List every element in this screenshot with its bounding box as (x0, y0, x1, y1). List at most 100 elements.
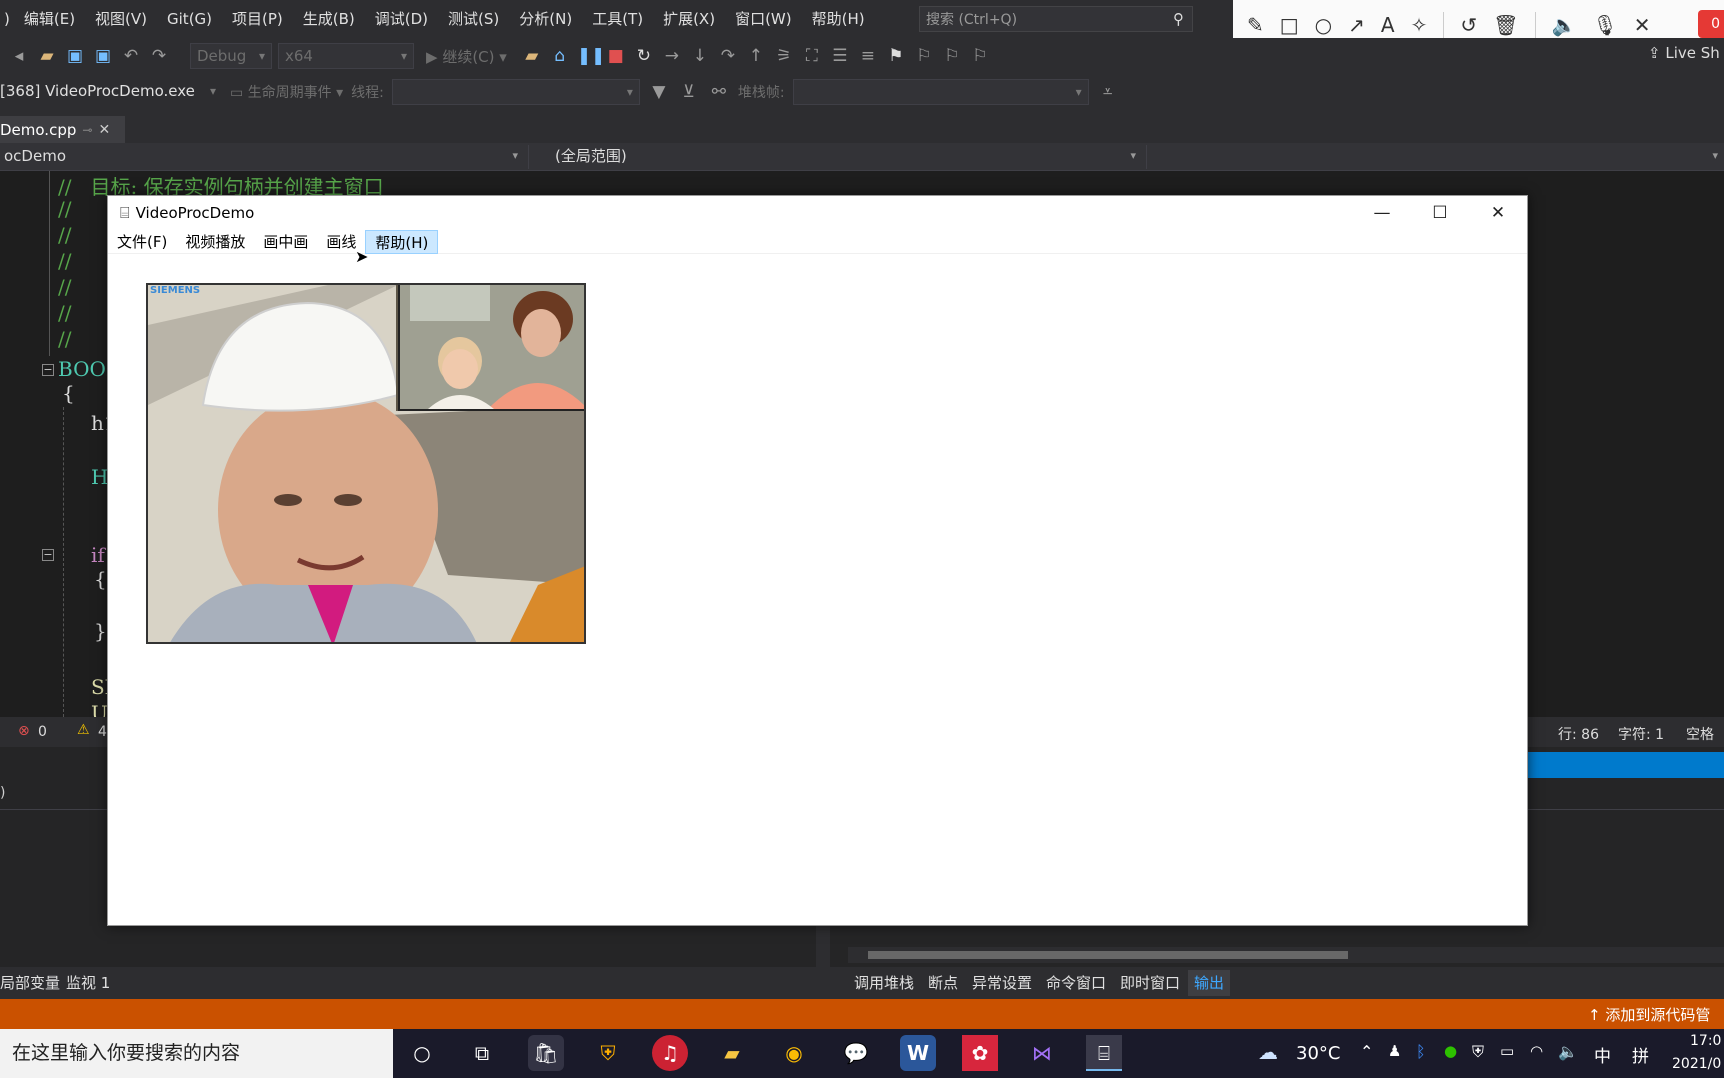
menu-help[interactable]: 帮助(H) (365, 229, 439, 254)
menu-item-analyze[interactable]: 分析(N) (509, 0, 582, 38)
global-scope-dropdown[interactable]: (全局范围) (528, 145, 1142, 169)
menu-file[interactable]: 文件(F) (108, 230, 176, 254)
wechat-tray-icon[interactable]: ● (1444, 1042, 1457, 1060)
tab-breakpoints[interactable]: 断点 (928, 967, 958, 999)
stack-frame-dropdown[interactable] (792, 79, 1089, 105)
menu-item-tools[interactable]: 工具(T) (582, 0, 653, 38)
bookmark-icon[interactable]: ⚑ (885, 46, 907, 66)
flag-icon[interactable]: ⚯ (708, 82, 730, 102)
trash-icon[interactable]: 🗑 (1493, 15, 1518, 35)
whitespace-indicator[interactable]: 空格 (1686, 724, 1714, 744)
close-button[interactable]: ✕ (1469, 196, 1527, 230)
open-file-icon[interactable]: ▰ (521, 46, 543, 66)
ime-mode-indicator[interactable]: 拼 (1632, 1042, 1649, 1067)
collapse-icon[interactable]: − (42, 364, 54, 376)
tab-immediate-window[interactable]: 即时窗口 (1120, 967, 1180, 999)
minimize-button[interactable]: — (1353, 196, 1411, 230)
pause-icon[interactable]: ❚❚ (577, 46, 606, 66)
menu-video-playback[interactable]: 视频播放 (176, 230, 254, 254)
volume-icon[interactable]: 🔈 (1558, 1042, 1578, 1061)
hex-icon[interactable]: ⚞ (773, 46, 795, 66)
open-folder-icon[interactable]: ▰ (36, 46, 58, 66)
tab-locals[interactable]: 局部变量 (0, 967, 60, 999)
collapse-icon[interactable]: − (42, 549, 54, 561)
stop-icon[interactable]: ■ (605, 46, 627, 66)
maximize-button[interactable]: ☐ (1411, 196, 1469, 230)
save-icon[interactable]: ▣ (64, 46, 86, 66)
project-scope-dropdown[interactable]: ocDemo (0, 145, 524, 169)
record-badge[interactable]: 0 (1698, 10, 1724, 38)
menu-item-debug[interactable]: 调试(D) (365, 0, 438, 38)
menu-item-view[interactable]: 视图(V) (85, 0, 157, 38)
menu-item-partial[interactable]: ) (0, 0, 14, 38)
ime-indicator[interactable]: 中 (1594, 1042, 1611, 1067)
bluetooth-icon[interactable]: ᛒ (1416, 1042, 1426, 1061)
speaker-icon[interactable]: 🔈 (1552, 15, 1577, 35)
tab-output[interactable]: 输出 (1188, 970, 1231, 996)
menu-item-window[interactable]: 窗口(W) (725, 0, 802, 38)
vs-search-box[interactable]: 搜索 (Ctrl+Q) ⚲ (919, 6, 1193, 32)
visual-studio-icon[interactable]: ⋈ (1024, 1035, 1060, 1071)
align-icon[interactable]: ☰ (829, 46, 851, 66)
menu-item-extensions[interactable]: 扩展(X) (653, 0, 725, 38)
config-dropdown[interactable]: Debug (190, 43, 272, 69)
indent-icon[interactable]: ≡ (857, 46, 879, 66)
menu-item-project[interactable]: 项目(P) (222, 0, 293, 38)
live-share-button[interactable]: ⇪ Live Sh (1648, 44, 1720, 62)
thread-icon[interactable]: ⛶ (801, 46, 823, 66)
weather-icon[interactable]: ☁ (1258, 1040, 1278, 1064)
step-into-icon[interactable]: ↓ (689, 46, 711, 66)
warning-icon[interactable]: ⚠ (77, 722, 90, 738)
text-tool-icon[interactable]: A (1381, 15, 1395, 35)
security-app-icon[interactable]: ⛨ (590, 1035, 626, 1071)
scrollbar-thumb[interactable] (868, 951, 1348, 959)
undo-icon[interactable]: ↺ (1460, 15, 1477, 35)
menu-item-test[interactable]: 测试(S) (438, 0, 509, 38)
close-icon[interactable]: ✕ (1634, 15, 1651, 35)
menu-item-help[interactable]: 帮助(H) (802, 0, 875, 38)
step-out-icon[interactable]: ↑ (745, 46, 767, 66)
bookmark-clear-icon[interactable]: ⚐ (969, 46, 991, 66)
tab-document[interactable]: Demo.cpp ⊸ ✕ (0, 116, 125, 143)
cortana-icon[interactable]: ○ (404, 1035, 440, 1071)
navigate-back-icon[interactable]: ◂ (8, 46, 30, 66)
battery-icon[interactable]: ▭ (1500, 1042, 1514, 1060)
menu-picture-in-picture[interactable]: 画中画 (254, 230, 317, 254)
tab-watch1[interactable]: 监视 1 (66, 967, 110, 999)
bookmark-next-icon[interactable]: ⚐ (941, 46, 963, 66)
platform-dropdown[interactable]: x64 (278, 43, 414, 69)
taskbar-search-box[interactable]: 在这里输入你要搜索的内容 (0, 1029, 393, 1078)
close-tab-icon[interactable]: ✕ (98, 122, 110, 138)
huawei-app-icon[interactable]: ✿ (962, 1035, 998, 1071)
redo-icon[interactable]: ↷ (148, 46, 170, 66)
chrome-icon[interactable]: ◉ (776, 1035, 812, 1071)
error-count[interactable]: 0 (38, 724, 47, 740)
wechat-icon[interactable]: 💬 (838, 1035, 874, 1071)
filter-icon[interactable]: ▼ (648, 82, 670, 102)
qq-icon[interactable]: ♟ (1388, 1042, 1401, 1060)
tab-exception-settings[interactable]: 异常设置 (972, 967, 1032, 999)
pin-icon[interactable]: ⊸ (82, 123, 92, 137)
toolbar-overflow-icon[interactable]: ⩡ (1097, 82, 1119, 102)
step-over-icon[interactable]: ↷ (717, 46, 739, 66)
lifecycle-events-button[interactable]: ▭ 生命周期事件 ▾ (230, 82, 343, 102)
rectangle-icon[interactable]: □ (1280, 15, 1299, 35)
undo-icon[interactable]: ↶ (120, 46, 142, 66)
menu-item-git[interactable]: Git(G) (157, 0, 222, 38)
continue-button[interactable]: ▶ 继续(C) ▾ (426, 46, 507, 67)
bookmark-prev-icon[interactable]: ⚐ (913, 46, 935, 66)
clock-date[interactable]: 2021/0 (1672, 1056, 1721, 1072)
error-icon[interactable]: ⊗ (18, 723, 30, 739)
tab-call-stack[interactable]: 调用堆栈 (854, 967, 914, 999)
member-dropdown[interactable] (1146, 145, 1724, 169)
menu-item-build[interactable]: 生成(B) (293, 0, 365, 38)
file-explorer-icon[interactable]: ▰ (714, 1035, 750, 1071)
thread-dropdown[interactable] (391, 79, 640, 105)
tray-expand-icon[interactable]: ⌃ (1360, 1042, 1373, 1061)
magic-wand-icon[interactable]: ✧ (1411, 15, 1428, 35)
home-icon[interactable]: ⌂ (549, 46, 571, 66)
pencil-icon[interactable]: ✎ (1247, 15, 1264, 35)
video-proc-demo-taskbar-icon[interactable]: ⌸ (1086, 1035, 1122, 1071)
restart-icon[interactable]: ↻ (633, 46, 655, 66)
circle-icon[interactable]: ○ (1315, 15, 1332, 35)
